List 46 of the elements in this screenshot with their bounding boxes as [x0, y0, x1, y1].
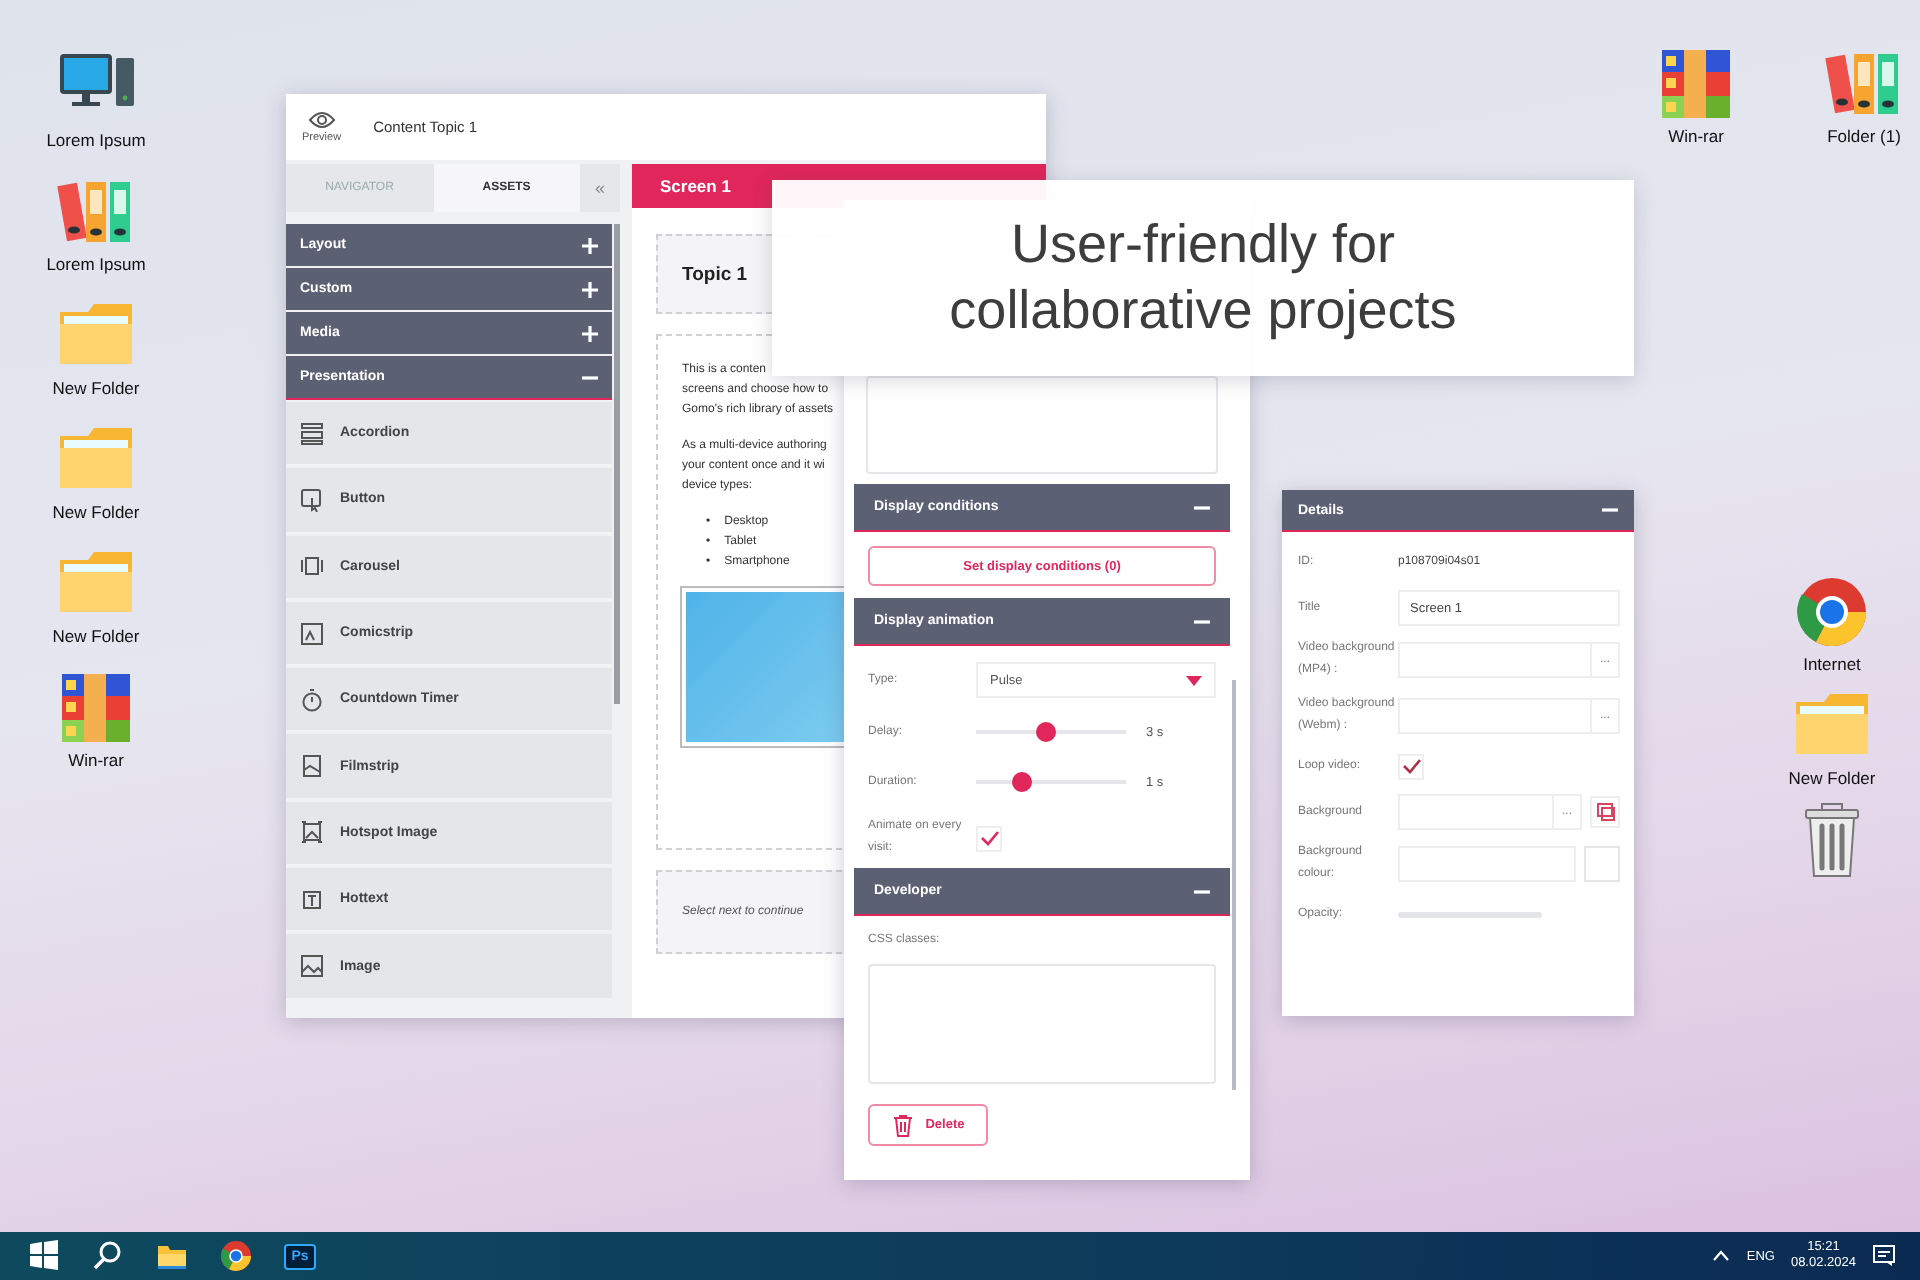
icon-label: Internet	[1803, 654, 1861, 674]
archive-icon[interactable]	[1656, 44, 1736, 124]
checkbox[interactable]	[1398, 753, 1424, 779]
colour-swatch[interactable]	[1584, 846, 1620, 882]
icon-label: Win-rar	[1668, 126, 1724, 146]
banner-text: collaborative projects	[949, 278, 1457, 344]
slider-thumb[interactable]	[1036, 722, 1057, 742]
image-button[interactable]	[1590, 796, 1620, 828]
trash-icon	[891, 1113, 914, 1137]
images-icon	[1595, 802, 1615, 822]
icon-label: New Folder	[52, 626, 140, 646]
folder-icon[interactable]	[156, 1240, 188, 1272]
browser-icon[interactable]	[1792, 572, 1872, 652]
icon-label: New Folder	[52, 502, 140, 522]
scrollbar[interactable]	[614, 224, 620, 704]
icon-label: New Folder	[52, 378, 140, 398]
stacked-bars-icon	[300, 421, 324, 446]
search-icon[interactable]	[92, 1240, 124, 1272]
icon-label: Folder (1)	[1827, 126, 1901, 146]
windows-icon[interactable]	[28, 1240, 60, 1272]
framed-picture-icon	[300, 621, 324, 646]
stopwatch-icon	[300, 687, 324, 712]
image-icon	[300, 954, 324, 979]
carousel-icon	[300, 554, 324, 579]
icon-label: New Folder	[1788, 768, 1876, 788]
caret-icon	[1186, 675, 1202, 685]
icon-label: Win-rar	[68, 750, 124, 770]
slider-thumb[interactable]	[1011, 772, 1031, 792]
scrollbar[interactable]	[1232, 680, 1236, 1090]
topic-title: Topic 1	[682, 263, 748, 285]
css-classes-field[interactable]	[868, 964, 1216, 1084]
checkmark-icon	[979, 830, 999, 846]
archive-icon[interactable]	[56, 668, 136, 748]
checkbox[interactable]	[976, 825, 1002, 851]
browser-icon[interactable]	[220, 1240, 252, 1272]
icon-label: Lorem Ipsum	[46, 130, 146, 150]
chevron-up-icon[interactable]	[1712, 1250, 1731, 1262]
banner-text: User-friendly for	[1010, 212, 1396, 278]
eye-icon	[307, 110, 336, 130]
hotspot-image-icon	[300, 820, 324, 845]
pointer-button-icon	[300, 487, 324, 512]
notification-icon[interactable]	[1872, 1244, 1896, 1268]
filmstrip-icon	[300, 754, 324, 779]
icon-label: Lorem Ipsum	[46, 254, 146, 274]
checkmark-icon	[1401, 758, 1421, 774]
text-frame-icon	[300, 887, 324, 912]
